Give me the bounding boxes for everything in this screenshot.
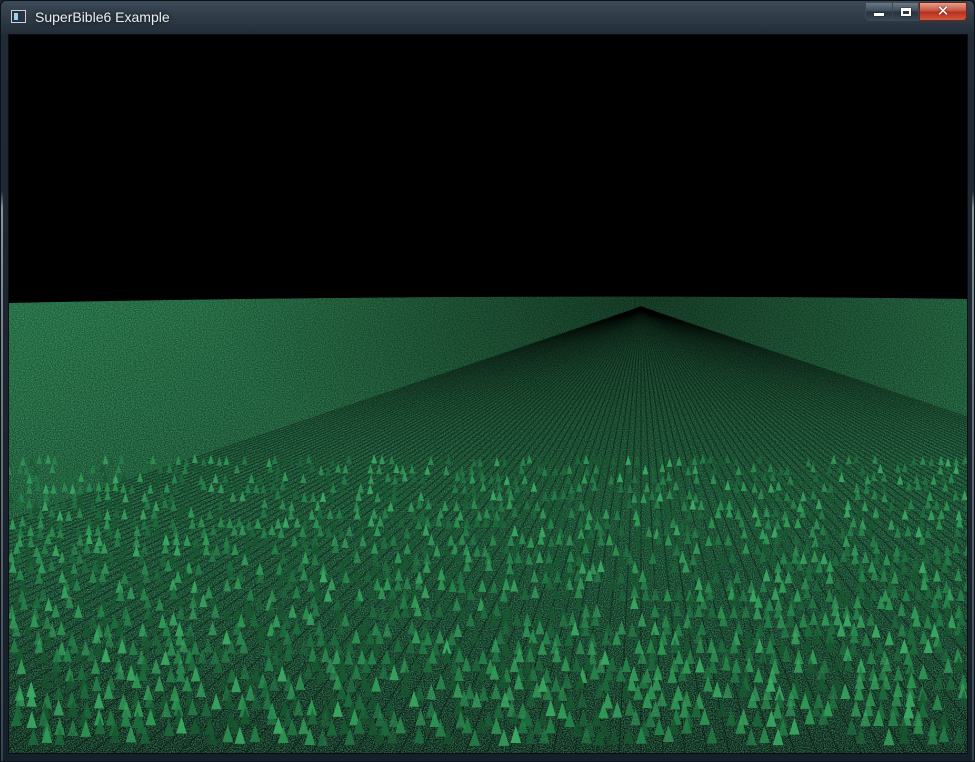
close-button[interactable]: ✕ <box>919 2 967 21</box>
window-title: SuperBible6 Example <box>35 9 170 25</box>
sky <box>9 35 967 300</box>
app-icon-pane <box>14 13 18 20</box>
app-window-icon[interactable] <box>11 10 26 23</box>
close-icon: ✕ <box>936 3 950 20</box>
window-right-edge <box>972 191 974 761</box>
caption-buttons: ✕ <box>865 2 967 22</box>
grass-scene <box>9 35 967 753</box>
minimize-icon <box>874 13 884 16</box>
maximize-icon <box>900 7 911 16</box>
app-window: SuperBible6 Example ✕ <box>0 0 975 762</box>
render-viewport[interactable] <box>9 35 967 753</box>
window-left-edge <box>1 191 3 761</box>
title-bar[interactable]: SuperBible6 Example ✕ <box>1 1 974 34</box>
minimize-button[interactable] <box>865 2 892 21</box>
maximize-button[interactable] <box>892 2 919 21</box>
